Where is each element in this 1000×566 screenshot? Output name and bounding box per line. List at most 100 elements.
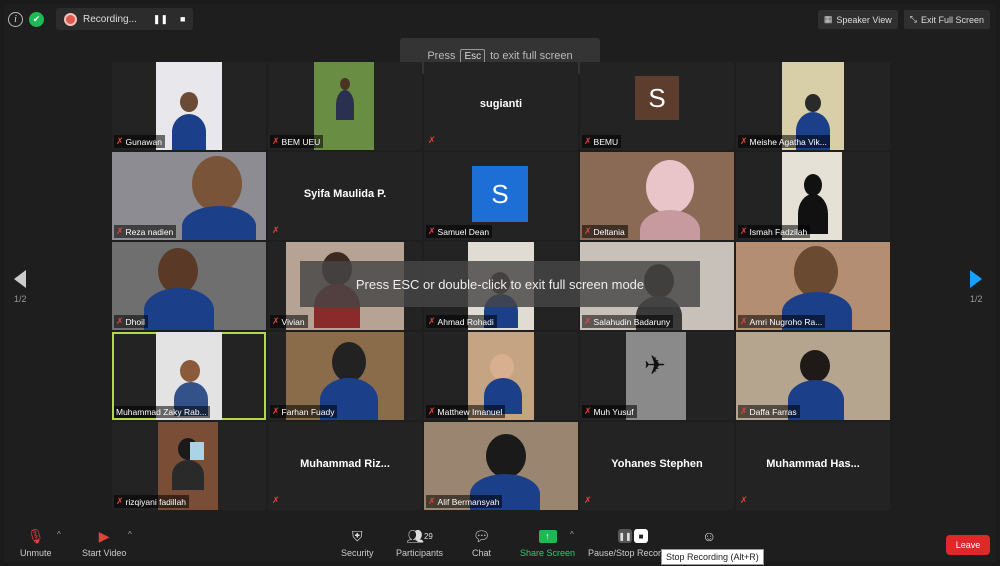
mic-muted-icon: ✗ [428,496,436,506]
participant-name: Dhoil [125,316,145,327]
mic-muted-icon: ✗ [116,496,124,506]
participant-tile[interactable]: Muhammad Has... ✗ [736,422,890,510]
prev-page-nav[interactable]: 1/2 [14,270,27,304]
participant-tile[interactable]: S ✗ Samuel Dean [424,152,578,240]
shield-icon[interactable]: ✔ [29,11,44,27]
participants-button[interactable]: 👥︎ 29 Participants [396,527,444,559]
start-video-label: Start Video [82,548,127,558]
participant-name: Amri Nugroho Ra... [749,316,823,327]
exit-full-screen-label: Exit Full Screen [920,14,984,25]
mic-muted-icon: ✗ [740,316,748,326]
exit-full-screen-button[interactable]: ⤡ Exit Full Screen [903,10,990,29]
view-controls: ▦ Speaker View ⤡ Exit Full Screen [817,10,990,29]
participant-name-tag: ✗ Gunawan [114,135,165,148]
participant-tile[interactable]: Muhammad Riz... ✗ [268,422,422,510]
participant-name-tag: ✗ Matthew Imanuel [426,405,506,418]
speaker-view-button[interactable]: ▦ Speaker View [817,10,898,29]
participant-tile[interactable]: ✗ Amri Nugroho Ra... [736,242,890,330]
participant-tile[interactable]: ✗ Dhoil [112,242,266,330]
participant-tile[interactable]: ✗ Deltania [580,152,734,240]
video-options-caret-icon[interactable]: ^ [128,530,132,539]
recording-controls: ❚❚ ■ [618,528,649,544]
participant-name: Ismah Fadzilah [749,226,808,237]
speaker-view-label: Speaker View [836,14,892,25]
speaker-view-icon: ▦ [823,14,833,24]
participant-tile[interactable]: ✗ Alif Bermansyah [424,422,578,510]
participant-name-tag: ✗ BEM UEU [270,135,324,148]
participant-tile[interactable]: ✗ Gunawan [112,62,266,150]
participant-name: Deltania [593,226,625,237]
stop-icon[interactable]: ■ [634,529,649,543]
mic-muted-icon: ✗ [740,136,748,146]
participant-tile[interactable]: ✗ rizqiyani fadillah [112,422,266,510]
participant-name-tag: ✗ Meishe Agatha Vik... [738,135,830,148]
participant-tile[interactable]: ✗ Ismah Fadzilah [736,152,890,240]
unmute-button[interactable]: 🎙︎ Unmute [20,528,52,559]
mic-muted-icon: ✗ [272,136,280,146]
chat-button[interactable]: 💬︎ Chat [472,528,491,559]
participant-tile[interactable]: ✗ Reza nadien [112,152,266,240]
top-status-bar: i ✔ Recording... ❚❚ ■ [8,8,194,30]
share-screen-button[interactable]: ↑ Share Screen [520,528,575,558]
participant-tile[interactable]: Syifa Maulida P. ✗ [268,152,422,240]
pause-icon[interactable]: ❚❚ [618,529,633,543]
participant-name: Syifa Maulida P. [303,188,387,200]
participant-name: Daffa Farras [749,406,797,417]
leave-button[interactable]: Leave [946,535,990,555]
participant-tile[interactable]: ✗ Daffa Farras [736,332,890,420]
audio-options-caret-icon[interactable]: ^ [57,530,61,539]
mic-muted-icon: ✗ [272,225,280,235]
participant-tile[interactable]: S ✗ BEMU [580,62,734,150]
participant-name: Matthew Imanuel [437,406,503,417]
avatar: S [472,166,528,222]
airplane-icon: ✈ [644,350,666,380]
mic-muted-icon: ✗ [116,136,124,146]
participant-name-tag: ✗ Vivian [270,315,308,328]
participants-label: Participants [396,548,444,558]
mic-muted-icon: ✗ [740,406,748,416]
participant-name: Farhan Fuady [281,406,335,417]
start-video-button[interactable]: ▶︎ Start Video [82,528,127,559]
pause-recording-icon[interactable]: ❚❚ [153,14,168,25]
mic-muted-icon: ✗ [428,226,436,236]
mic-muted-icon: ✗ [584,226,592,236]
participant-tile[interactable]: ✗ Meishe Agatha Vik... [736,62,890,150]
mic-muted-icon: ✗ [116,226,124,236]
participant-name-tag: ✗ Dhoil [114,315,148,328]
participant-tile[interactable]: ✗ BEM UEU [268,62,422,150]
mic-muted-icon: ✗ [584,406,592,416]
participant-name-tag: ✗ Deltania [582,225,628,238]
participant-tile[interactable]: ✗ Matthew Imanuel [424,332,578,420]
share-screen-icon: ↑ [538,529,557,543]
participants-count: 29 [423,531,433,541]
participant-name: sugianti [479,98,523,110]
security-button[interactable]: ⛨ Security [341,528,374,559]
participant-name-tag: ✗ Salahudin Badaruny [582,315,674,328]
share-screen-label: Share Screen [520,548,576,558]
reactions-button[interactable]: ☺︎ [702,528,716,544]
participant-tile[interactable]: ✗ Farhan Fuady [268,332,422,420]
participant-tile-active-speaker[interactable]: Muhammad Zaky Rab... [112,332,266,420]
mic-muted-icon: ✗ [584,316,592,326]
participants-icon: 👥︎ 29 [406,527,433,544]
participant-name: Vivian [281,316,305,327]
avatar: S [635,76,679,120]
share-options-caret-icon[interactable]: ^ [570,530,574,539]
participant-name: rizqiyani fadillah [125,496,187,507]
participant-name-tag: ✗ Muh Yusuf [582,405,637,418]
info-icon[interactable]: i [8,11,23,27]
arrow-right-icon[interactable] [970,270,983,288]
arrow-left-icon[interactable] [14,270,27,288]
next-page-nav[interactable]: 1/2 [970,270,983,304]
participant-name-tag: ✗ Reza nadien [114,225,177,238]
mic-muted-icon: ✗ [584,495,592,505]
participant-tile[interactable]: sugianti ✗ [424,62,578,150]
stop-recording-icon[interactable]: ■ [180,14,185,24]
smiley-icon: ☺︎ [702,528,717,544]
participant-name-tag: ✗ Amri Nugroho Ra... [738,315,826,328]
participant-tile[interactable]: Yohanes Stephen ✗ [580,422,734,510]
mic-muted-icon: ✗ [116,316,124,326]
esc-hint-after: to exit full screen [490,50,573,62]
recording-label: Recording... [83,13,137,25]
participant-tile[interactable]: ✈ ✗ Muh Yusuf [580,332,734,420]
